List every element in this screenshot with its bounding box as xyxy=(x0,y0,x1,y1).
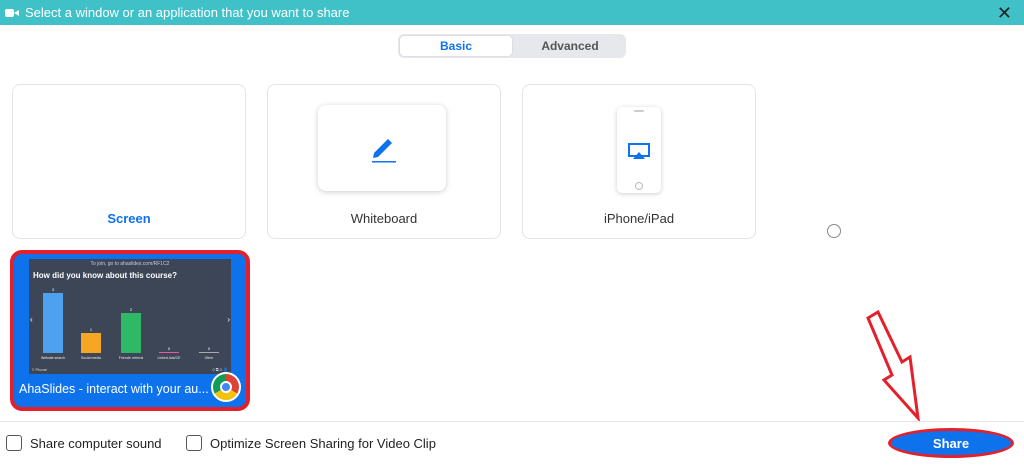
thumbnail-bar-value: 2 xyxy=(129,307,133,312)
thumbnail-bar-label: Social media xyxy=(80,356,102,360)
optimize-video-checkbox[interactable] xyxy=(186,435,202,451)
app-window-ahaslides[interactable]: To join, go to ahaslides.com/RF1C2 How d… xyxy=(10,250,250,411)
tab-basic[interactable]: Basic xyxy=(399,35,513,57)
window-title: Select a window or an application that y… xyxy=(25,5,350,20)
thumbnail-bar xyxy=(121,313,141,353)
thumbnail-bar xyxy=(199,352,219,353)
thumbnail-footer-left: ≡ Phone xyxy=(32,367,48,372)
prev-slide-icon: ‹ xyxy=(30,315,33,324)
pencil-icon xyxy=(372,139,396,163)
thumbnail-bar-label: Other xyxy=(204,356,214,360)
screen-option-card[interactable]: Screen xyxy=(12,84,246,239)
window-thumbnail: To join, go to ahaslides.com/RF1C2 How d… xyxy=(29,259,231,374)
close-icon[interactable]: ✕ xyxy=(997,3,1012,24)
optimize-video-option[interactable]: Optimize Screen Sharing for Video Clip xyxy=(186,435,436,451)
option-radio[interactable] xyxy=(827,224,841,238)
tab-advanced[interactable]: Advanced xyxy=(514,34,626,58)
airplay-icon xyxy=(628,143,650,159)
thumbnail-bar-value: 0 xyxy=(207,346,211,351)
thumbnail-bar-value: 0 xyxy=(167,346,171,351)
share-tabs: Basic Advanced xyxy=(398,34,626,58)
app-window-caption: AhaSlides - interact with your au... xyxy=(19,382,209,396)
share-sound-checkbox[interactable] xyxy=(6,435,22,451)
next-slide-icon: › xyxy=(227,315,230,324)
optimize-video-label: Optimize Screen Sharing for Video Clip xyxy=(210,435,436,451)
share-sound-label: Share computer sound xyxy=(30,435,162,451)
thumbnail-bar-label: Website search xyxy=(40,356,66,360)
thumbnail-bar xyxy=(43,293,63,353)
screen-label: Screen xyxy=(107,211,151,226)
iphone-ipad-option-card[interactable]: iPhone/iPad xyxy=(522,84,756,239)
thumbnail-bar-value: 1 xyxy=(89,327,93,332)
whiteboard-label: Whiteboard xyxy=(350,211,418,226)
whiteboard-option-card[interactable]: Whiteboard xyxy=(267,84,501,239)
iphone-ipad-label: iPhone/iPad xyxy=(603,211,675,226)
zoom-camera-icon xyxy=(5,7,19,19)
phone-home-button xyxy=(635,182,643,190)
title-bar: Select a window or an application that y… xyxy=(0,0,1024,25)
annotation-arrow-icon xyxy=(866,310,921,423)
thumbnail-question: How did you know about this course? xyxy=(33,271,178,280)
phone-preview xyxy=(617,107,661,193)
thumbnail-bar xyxy=(159,352,179,353)
share-button[interactable]: Share xyxy=(888,428,1014,458)
thumbnail-bar-value: 3 xyxy=(51,287,55,292)
chrome-icon xyxy=(211,372,241,402)
thumbnail-bar-label: Friends' referral xyxy=(118,356,144,360)
whiteboard-preview xyxy=(318,105,446,191)
footer-divider xyxy=(0,421,1024,422)
thumbnail-url: To join, go to ahaslides.com/RF1C2 xyxy=(90,261,170,267)
thumbnail-bar xyxy=(81,333,101,353)
share-sound-option[interactable]: Share computer sound xyxy=(6,435,162,451)
thumbnail-bar-label: Linked Ads/CE xyxy=(157,356,181,360)
